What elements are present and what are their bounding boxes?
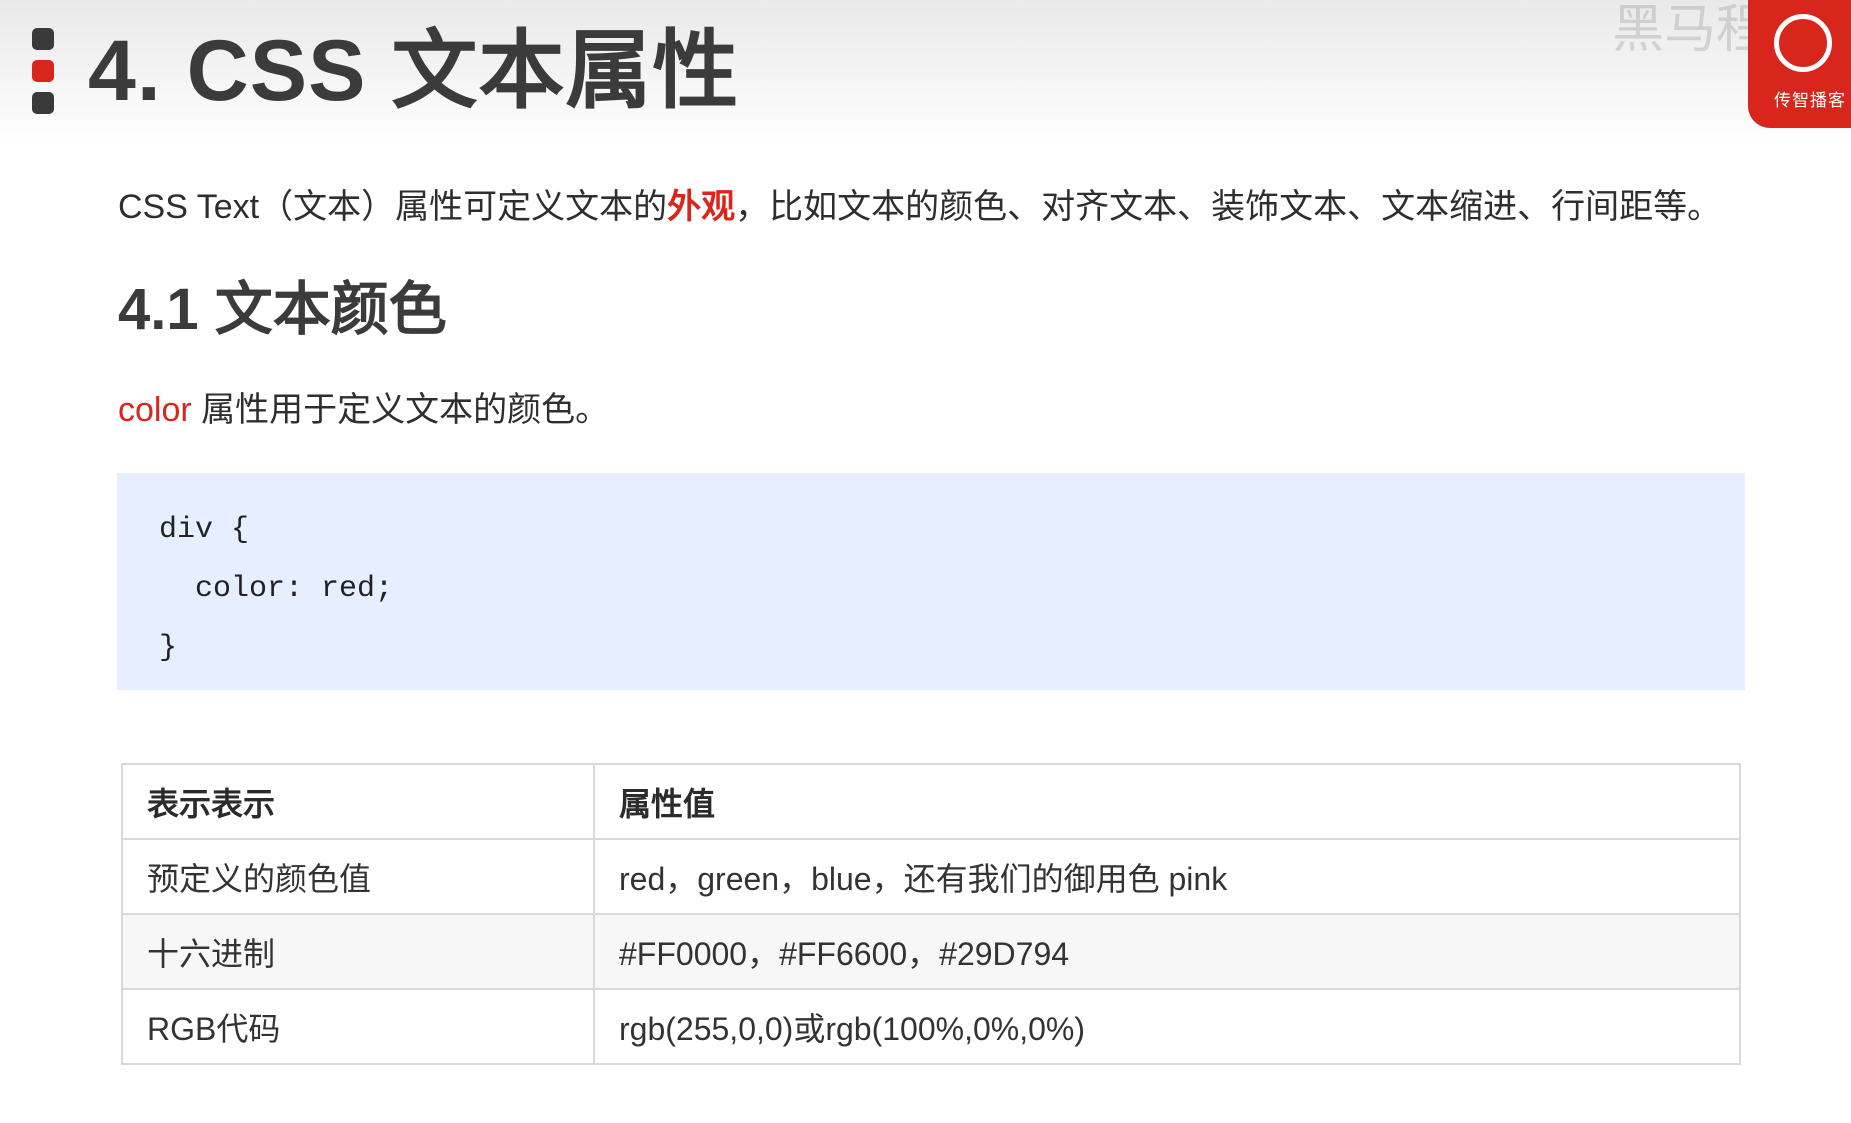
desc-keyword: color bbox=[118, 391, 192, 429]
table-cell: 预定义的颜色值 bbox=[121, 838, 595, 915]
code-block: div { color: red; } bbox=[117, 473, 1745, 690]
table-cell: 十六进制 bbox=[121, 913, 595, 990]
code-line: } bbox=[159, 631, 178, 665]
color-values-table: 表示表示 属性值 预定义的颜色值 red，green，blue，还有我们的御用色… bbox=[121, 763, 1741, 1065]
brand-name: 传智播客 bbox=[1774, 91, 1846, 110]
table-header-cell: 表示表示 bbox=[121, 763, 595, 840]
section-title: 4.1 文本颜色 bbox=[118, 277, 447, 342]
table-cell: #FF0000，#FF6600，#29D794 bbox=[593, 913, 1741, 990]
intro-highlight: 外观 bbox=[667, 188, 736, 226]
intro-text-after: ，比如文本的颜色、对齐文本、装饰文本、文本缩进、行间距等。 bbox=[735, 188, 1722, 226]
table-row: 预定义的颜色值 red，green，blue，还有我们的御用色 pink bbox=[121, 838, 1741, 915]
table-header-row: 表示表示 属性值 bbox=[121, 763, 1741, 840]
slide-header: 4. CSS 文本属性 bbox=[0, 0, 1851, 145]
page-title: 4. CSS 文本属性 bbox=[88, 23, 740, 119]
table-row: RGB代码 rgb(255,0,0)或rgb(100%,0%,0%) bbox=[121, 988, 1741, 1065]
table-cell: RGB代码 bbox=[121, 988, 595, 1065]
desc-text: 属性用于定义文本的颜色。 bbox=[191, 391, 610, 429]
table-cell: rgb(255,0,0)或rgb(100%,0%,0%) bbox=[593, 988, 1741, 1065]
marker-square-red bbox=[32, 60, 54, 82]
code-line: div { bbox=[159, 513, 250, 547]
code-line: color: red; bbox=[159, 572, 394, 606]
marker-square-dark bbox=[32, 92, 54, 114]
brand-badge: 传智播客 bbox=[1748, 0, 1851, 128]
section-description: color 属性用于定义文本的颜色。 bbox=[118, 386, 609, 434]
brand-logo-icon bbox=[1774, 14, 1832, 72]
title-marker-icon bbox=[32, 28, 54, 124]
marker-square-dark bbox=[32, 28, 54, 50]
intro-text-before: CSS Text（文本）属性可定义文本的 bbox=[118, 188, 668, 226]
intro-paragraph: CSS Text（文本）属性可定义文本的外观，比如文本的颜色、对齐文本、装饰文本… bbox=[118, 183, 1721, 231]
table-row: 十六进制 #FF0000，#FF6600，#29D794 bbox=[121, 913, 1741, 990]
table-cell: red，green，blue，还有我们的御用色 pink bbox=[593, 838, 1741, 915]
table-header-cell: 属性值 bbox=[593, 763, 1741, 840]
